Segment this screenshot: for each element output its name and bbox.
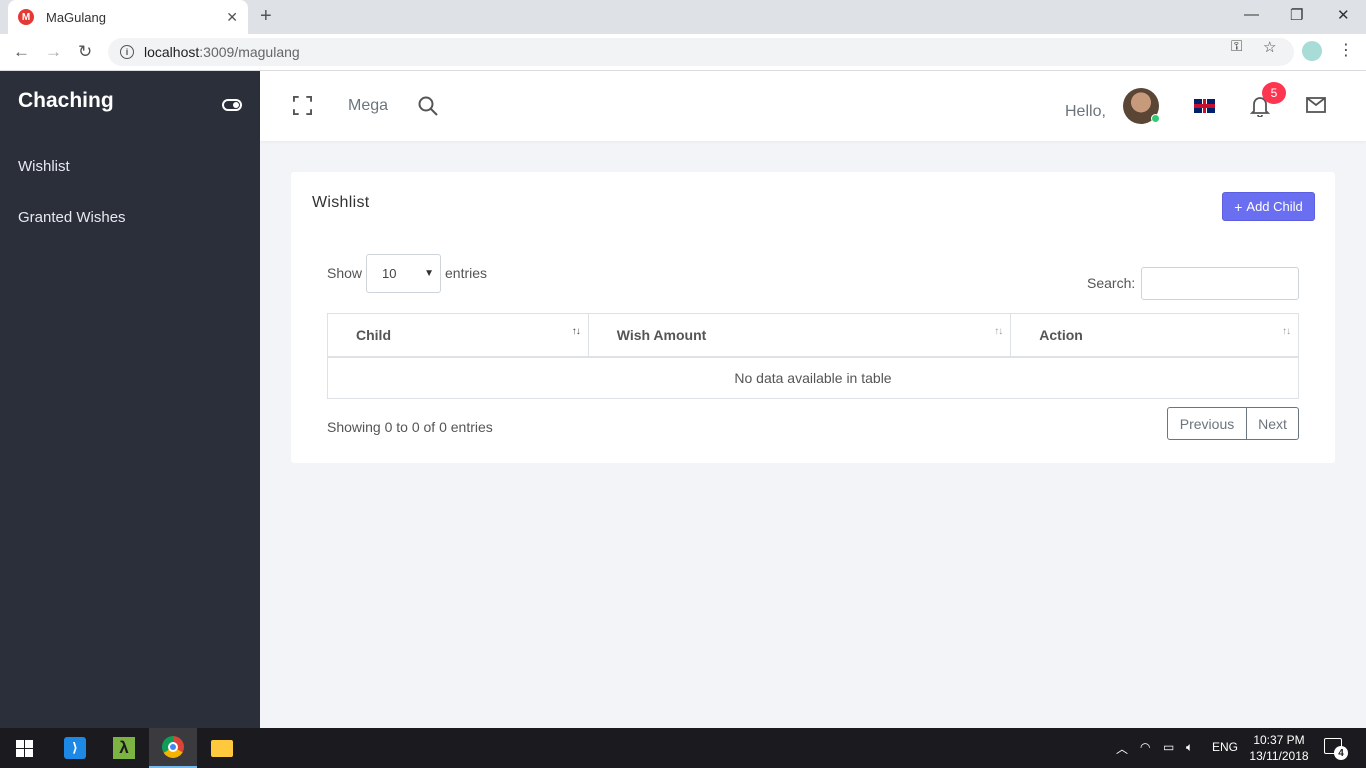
key-icon[interactable]: ⚿: [1231, 38, 1242, 55]
site-info-icon[interactable]: i: [120, 45, 134, 59]
sidebar-item-granted-wishes[interactable]: Granted Wishes: [18, 209, 126, 226]
clock-time: 10:37 PM: [1253, 733, 1305, 747]
url-path: :3009/magulang: [199, 44, 300, 60]
previous-page-button[interactable]: Previous: [1167, 407, 1247, 440]
next-page-button[interactable]: Next: [1247, 407, 1299, 440]
entries-label: entries: [445, 265, 488, 281]
column-header-action[interactable]: Action ↑↓: [1010, 313, 1299, 358]
entries-per-page-select[interactable]: 10 ▼: [366, 254, 441, 293]
greeting-text: Hello,: [1065, 103, 1106, 120]
card-title: Wishlist: [312, 194, 370, 211]
column-header-wish-amount[interactable]: Wish Amount ↑↓: [587, 313, 1012, 358]
lambda-icon: λ: [113, 737, 135, 759]
online-status-dot: [1151, 114, 1160, 123]
taskbar-clock[interactable]: 10:37 PM 13/11/2018: [1247, 732, 1311, 764]
back-icon[interactable]: ←: [13, 42, 30, 62]
windows-start-icon[interactable]: [16, 740, 33, 757]
top-header: Mega Hello, 5: [260, 71, 1366, 141]
url-input[interactable]: i localhost:3009/magulang: [108, 38, 1294, 66]
notification-badge: 5: [1262, 82, 1286, 104]
windows-taskbar: ⟩ λ ︿ ◠ ▭ 🔈︎ ENG 10:37 PM 13/11/2018 4: [0, 728, 1366, 768]
vscode-icon: ⟩: [64, 737, 86, 759]
fullscreen-icon[interactable]: [293, 96, 312, 115]
sort-icon: ↑↓: [571, 326, 581, 337]
bookmark-star-icon[interactable]: ☆: [1263, 38, 1276, 56]
pagination: Previous Next: [1167, 407, 1299, 440]
search-icon[interactable]: [418, 96, 438, 116]
wifi-icon[interactable]: ◠: [1140, 740, 1150, 754]
browser-menu-icon[interactable]: ⋮: [1338, 40, 1354, 60]
wishlist-card: Wishlist + Add Child Show 10 ▼ entries S…: [291, 172, 1335, 463]
taskbar-file-explorer[interactable]: [198, 728, 246, 768]
action-center-count: 4: [1334, 746, 1348, 760]
table-row: No data available in table: [327, 356, 1299, 399]
chevron-down-icon: ▼: [424, 268, 434, 279]
tab-title: MaGulang: [46, 9, 106, 25]
mega-menu-link[interactable]: Mega: [348, 97, 388, 115]
clock-date: 13/11/2018: [1249, 749, 1309, 763]
new-tab-icon[interactable]: +: [260, 5, 272, 28]
uk-flag-icon[interactable]: [1194, 99, 1215, 113]
browser-tab-bar: M MaGulang ✕ + — ❐ ✕: [0, 0, 1366, 34]
taskbar-chrome[interactable]: [149, 728, 197, 768]
reload-icon[interactable]: ↻: [78, 42, 92, 62]
minimize-icon[interactable]: —: [1244, 6, 1259, 23]
column-header-child-label: Child: [356, 326, 391, 343]
sidebar: Chaching Wishlist Granted Wishes: [0, 71, 260, 728]
column-header-wish-amount-label: Wish Amount: [616, 326, 707, 343]
table-info: Showing 0 to 0 of 0 entries: [327, 419, 493, 435]
add-child-button[interactable]: + Add Child: [1222, 192, 1315, 221]
empty-table-message: No data available in table: [327, 356, 1299, 399]
browser-tab[interactable]: M MaGulang ✕: [8, 0, 248, 34]
plus-icon: +: [1234, 198, 1243, 215]
sidebar-toggle-icon[interactable]: [222, 99, 242, 111]
table-header-row: Child ↑↓ Wish Amount ↑↓ Action ↑↓: [327, 313, 1299, 358]
close-window-icon[interactable]: ✕: [1337, 6, 1350, 24]
sort-icon: ↑↓: [1282, 326, 1291, 337]
brand-logo[interactable]: Chaching: [18, 89, 114, 113]
table-search-input[interactable]: [1141, 267, 1299, 300]
column-header-action-label: Action: [1039, 326, 1083, 343]
app-favicon-icon: M: [18, 9, 34, 25]
url-text: localhost:3009/magulang: [144, 44, 300, 60]
folder-icon: [211, 739, 233, 757]
wishlist-table: Child ↑↓ Wish Amount ↑↓ Action ↑↓ No dat…: [327, 313, 1299, 399]
battery-icon[interactable]: ▭: [1163, 740, 1174, 754]
profile-icon[interactable]: [1302, 41, 1322, 61]
mail-icon[interactable]: [1306, 97, 1326, 113]
taskbar-lambda-app[interactable]: λ: [100, 728, 148, 768]
sidebar-item-wishlist[interactable]: Wishlist: [18, 158, 70, 175]
show-label: Show: [327, 265, 363, 281]
restore-icon[interactable]: ❐: [1290, 6, 1303, 24]
entries-select-value: 10: [382, 266, 397, 281]
search-label: Search:: [1087, 275, 1136, 291]
taskbar-vscode[interactable]: ⟩: [51, 728, 99, 768]
add-child-label: Add Child: [1246, 199, 1303, 214]
sort-icon: ↑↓: [994, 326, 1003, 337]
column-header-child[interactable]: Child ↑↓: [327, 313, 589, 358]
tray-chevron-up-icon[interactable]: ︿: [1116, 740, 1128, 757]
url-host: localhost: [144, 44, 200, 60]
language-indicator[interactable]: ENG: [1212, 740, 1238, 754]
forward-icon[interactable]: →: [45, 42, 62, 62]
volume-icon[interactable]: 🔈︎: [1186, 740, 1193, 755]
browser-address-bar: ← → ↻ i localhost:3009/magulang ⚿ ☆ ⋮: [0, 34, 1366, 71]
chrome-icon: [162, 736, 184, 758]
tab-close-icon[interactable]: ✕: [226, 9, 238, 26]
